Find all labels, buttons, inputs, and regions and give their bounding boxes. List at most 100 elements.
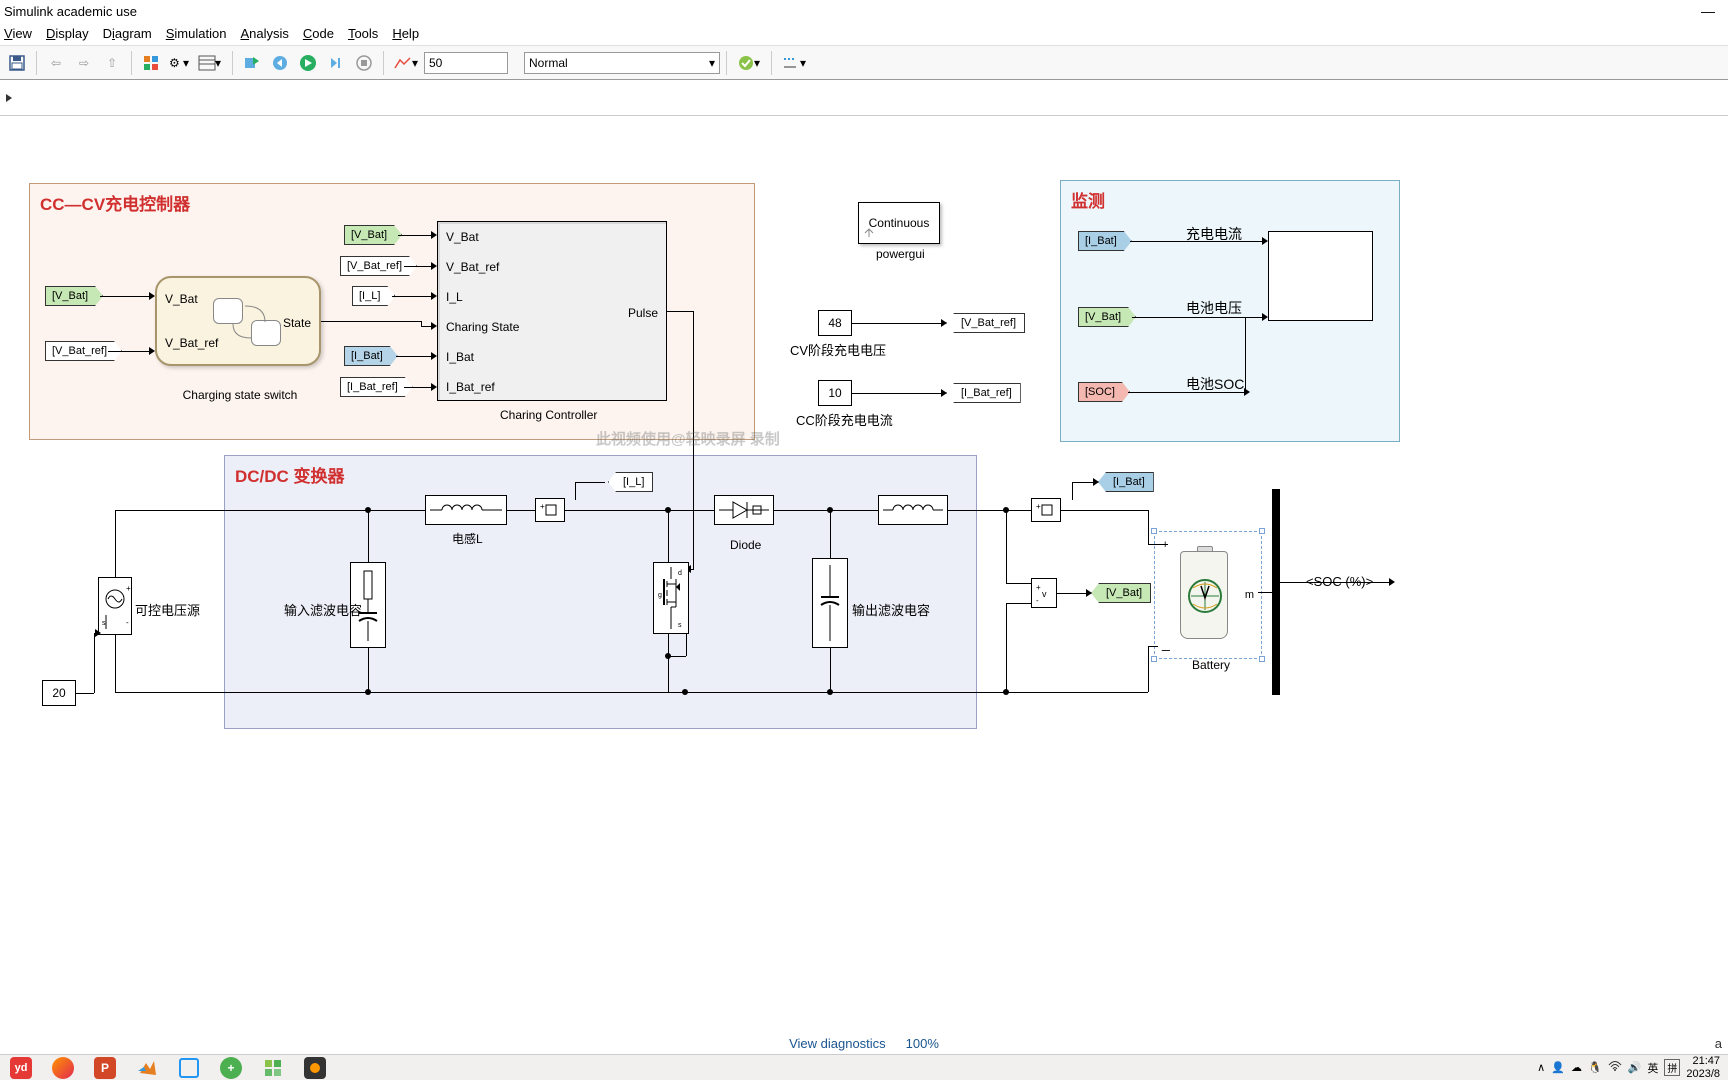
menu-tools[interactable]: Tools: [348, 26, 378, 41]
taskbar-app6[interactable]: +: [210, 1055, 252, 1081]
output-cap[interactable]: [812, 558, 848, 648]
legend-btn[interactable]: ▾: [778, 50, 810, 76]
update-btn[interactable]: [239, 50, 265, 76]
taskbar-recorder[interactable]: [294, 1055, 336, 1081]
region-mon-title: 监测: [1071, 187, 1105, 212]
scope-block[interactable]: [1268, 231, 1373, 321]
taskbar-matlab[interactable]: [126, 1055, 168, 1081]
label-monv: 电池电压: [1186, 298, 1242, 318]
menu-code[interactable]: Code: [303, 26, 334, 41]
tag-ibat-1[interactable]: [I_Bat]: [344, 346, 398, 366]
step-fwd-btn[interactable]: [323, 50, 349, 76]
menu-help[interactable]: Help: [392, 26, 419, 41]
library-btn[interactable]: [138, 50, 164, 76]
tray-volume-icon[interactable]: 🔊: [1628, 1061, 1642, 1074]
tray-ime2[interactable]: 拼: [1664, 1059, 1680, 1076]
explorer-btn[interactable]: ▾: [194, 50, 226, 76]
controller-block[interactable]: V_Bat V_Bat_ref I_L Charing State I_Bat …: [437, 221, 667, 401]
menu-analysis[interactable]: Analysis: [240, 26, 288, 41]
region-dcdc-title: DC/DC 变换器: [235, 462, 345, 487]
watermark: 此视频使用@轻映录屏 录制: [596, 428, 780, 449]
goto-il[interactable]: [I_L]: [608, 472, 653, 492]
svg-text:-: -: [1036, 596, 1039, 605]
const-10[interactable]: 10: [818, 380, 852, 406]
menu-view[interactable]: View: [4, 26, 32, 41]
menu-diagram[interactable]: Diagram: [103, 26, 152, 41]
inductor-block[interactable]: [425, 495, 507, 525]
label-cc: CC阶段充电电流: [796, 410, 893, 429]
mode-select[interactable]: Normal▾: [524, 52, 720, 74]
const-20[interactable]: 20: [42, 680, 76, 706]
taskbar-app1[interactable]: yd: [0, 1055, 42, 1081]
battery-block[interactable]: + _ m: [1158, 535, 1258, 655]
vsense-vbat[interactable]: +v-: [1031, 578, 1057, 608]
tag-ibat-mon[interactable]: [I_Bat]: [1078, 231, 1132, 251]
goto-ibat[interactable]: [I_Bat]: [1098, 472, 1154, 492]
record-btn[interactable]: ▾: [390, 50, 422, 76]
goto-vbat[interactable]: [V_Bat]: [1091, 583, 1151, 603]
tray-onedrive-icon[interactable]: ☁: [1571, 1061, 1582, 1074]
nav-arrow-icon[interactable]: [4, 93, 14, 103]
view-diagnostics-link[interactable]: View diagnostics: [789, 1036, 886, 1051]
save-btn[interactable]: [4, 50, 30, 76]
region-dcdc[interactable]: DC/DC 变换器: [224, 455, 977, 729]
menu-simulation[interactable]: Simulation: [166, 26, 227, 41]
step-back-btn[interactable]: [267, 50, 293, 76]
stateflow-block[interactable]: V_Bat V_Bat_ref State: [155, 276, 321, 366]
taskbar: yd P + ∧ 👤 ☁ 🐧 🔊 英 拼 21:47 2023/8: [0, 1054, 1728, 1080]
gear-btn[interactable]: ⚙ ▾: [166, 50, 192, 76]
const-48[interactable]: 48: [818, 310, 852, 336]
stateflow-in2: V_Bat_ref: [165, 336, 218, 350]
inductor2[interactable]: [878, 495, 948, 525]
label-monsoc: 电池SOC: [1186, 374, 1244, 394]
menu-bar: View Display Diagram Simulation Analysis…: [0, 22, 1728, 46]
tag-vbat-2[interactable]: [V_Bat]: [344, 225, 402, 245]
voltage-source[interactable]: +-s: [98, 577, 132, 635]
output-cap-label: 输出滤波电容: [852, 600, 930, 619]
stoptime-input[interactable]: [424, 52, 508, 74]
bus-selector[interactable]: [1272, 489, 1280, 695]
simulink-canvas[interactable]: CC—CV充电控制器 DC/DC 变换器 监测 V_Bat V_Bat_ref …: [0, 130, 1728, 1034]
back-btn[interactable]: ⇦: [43, 50, 69, 76]
tray-penguin-icon[interactable]: 🐧: [1588, 1061, 1602, 1074]
tray-chevron-icon[interactable]: ∧: [1537, 1061, 1545, 1074]
stop-btn[interactable]: [351, 50, 377, 76]
tag-vbat-mon[interactable]: [V_Bat]: [1078, 307, 1136, 327]
run-btn[interactable]: [295, 50, 321, 76]
goto-ibatref[interactable]: [I_Bat_ref]: [946, 383, 1021, 403]
tag-vbat-1[interactable]: [V_Bat]: [45, 286, 103, 306]
taskbar-app7[interactable]: [252, 1055, 294, 1081]
system-tray: ∧ 👤 ☁ 🐧 🔊 英 拼 21:47 2023/8: [1537, 1055, 1728, 1079]
controller-label: Charing Controller: [500, 408, 597, 422]
goto-vbatref[interactable]: [V_Bat_ref]: [946, 313, 1025, 333]
input-cap-label: 输入滤波电容: [284, 600, 362, 619]
tray-time[interactable]: 21:47: [1686, 1055, 1720, 1067]
tag-il-1[interactable]: [I_L]: [352, 286, 395, 306]
svg-text:+: +: [1036, 502, 1041, 511]
tray-wifi-icon[interactable]: [1608, 1060, 1622, 1075]
status-bar: View diagnostics 100% a: [0, 1032, 1728, 1054]
mosfet-block[interactable]: dgs: [653, 562, 689, 634]
taskbar-app5[interactable]: [168, 1055, 210, 1081]
tray-date[interactable]: 2023/8: [1686, 1068, 1720, 1080]
check-btn[interactable]: ▾: [733, 50, 765, 76]
svg-text:s: s: [678, 622, 682, 629]
taskbar-ppt[interactable]: P: [84, 1055, 126, 1081]
soc-out-label: <SOC (%)>: [1306, 574, 1373, 589]
forward-btn[interactable]: ⇨: [71, 50, 97, 76]
stateflow-in1: V_Bat: [165, 292, 198, 306]
powergui-block[interactable]: Continuous: [858, 202, 940, 244]
svg-text:v: v: [1042, 589, 1047, 599]
tray-ime1[interactable]: 英: [1647, 1060, 1658, 1076]
up-btn[interactable]: ⇧: [99, 50, 125, 76]
tag-soc-mon[interactable]: [SOC]: [1078, 382, 1130, 402]
isense-ibat[interactable]: +: [1031, 498, 1061, 522]
isense-il[interactable]: +: [535, 498, 565, 522]
tray-people-icon[interactable]: 👤: [1551, 1061, 1565, 1074]
menu-display[interactable]: Display: [46, 26, 89, 41]
taskbar-firefox[interactable]: [42, 1055, 84, 1081]
diode-block[interactable]: [714, 495, 774, 525]
stateflow-label: Charging state switch: [170, 388, 310, 402]
tag-ibatref-1[interactable]: [I_Bat_ref]: [340, 377, 413, 397]
minimize-btn[interactable]: —: [1688, 3, 1728, 19]
